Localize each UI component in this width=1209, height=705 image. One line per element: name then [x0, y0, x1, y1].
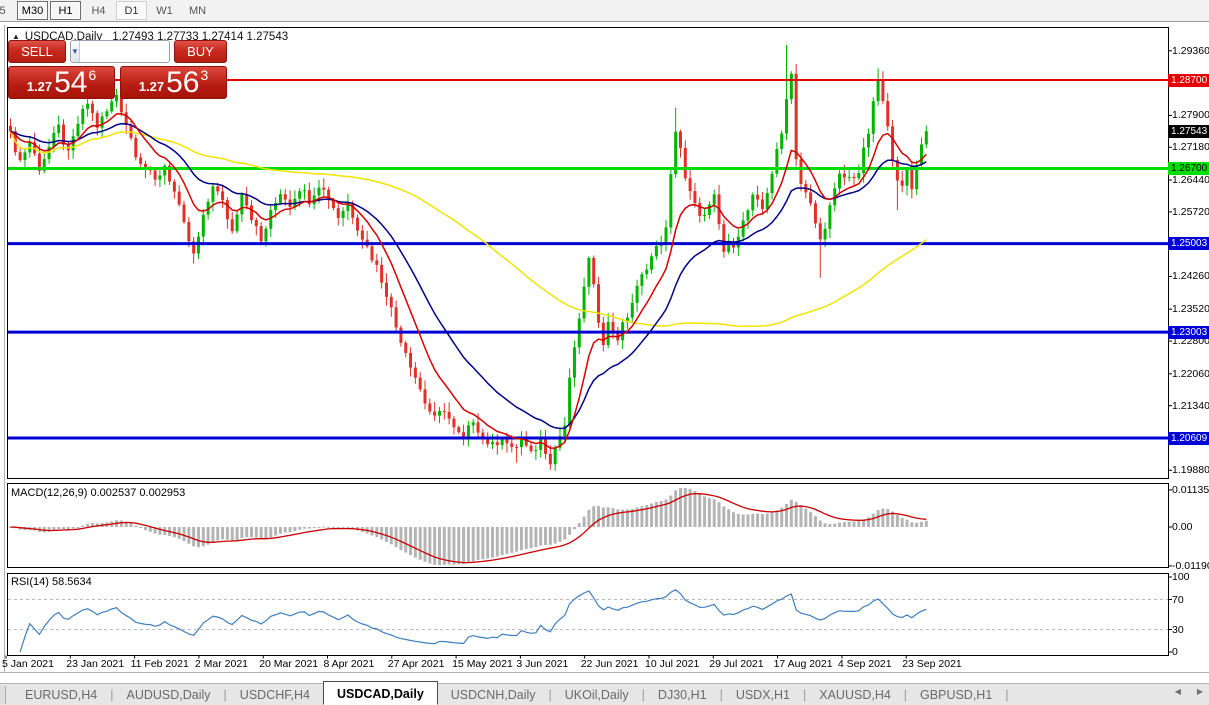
price-tick-label: 1.25720 — [1172, 206, 1209, 218]
price-tick-label: 1.23520 — [1172, 303, 1209, 315]
tab-xauusd[interactable]: XAUUSD,H4 — [806, 684, 904, 705]
date-axis-label: 23 Jan 2021 — [66, 658, 124, 670]
tab-dj30[interactable]: DJ30,H1 — [645, 684, 720, 705]
price-level-badge: 1.23003 — [1168, 326, 1209, 339]
candles-layer — [9, 45, 928, 471]
date-axis-label: 15 May 2021 — [452, 658, 513, 670]
macd-tick-label: 0.00 — [1172, 521, 1192, 533]
trade-panel-controls: SELL ▼ ▲ BUY — [8, 40, 227, 63]
date-axis-label: 23 Sep 2021 — [902, 658, 962, 670]
price-tick-label: 1.22060 — [1172, 368, 1209, 380]
tab-scroll-notch[interactable] — [0, 686, 6, 704]
sell-price-big-digits: 54 — [54, 68, 87, 97]
price-tick-label: 1.26440 — [1172, 174, 1209, 186]
price-level-badge: 1.28700 — [1168, 74, 1209, 87]
buy-button[interactable]: BUY — [174, 40, 227, 63]
macd-tick-label: 0.01135 — [1172, 484, 1209, 496]
volume-spinner: ▼ ▲ — [70, 40, 170, 63]
tab-usdchf[interactable]: USDCHF,H4 — [227, 684, 323, 705]
rsi-legend: RSI(14) 58.5634 — [11, 576, 92, 588]
date-axis-label: 20 Mar 2021 — [259, 658, 318, 670]
trade-panel-prices: 1.27 54 6 1.27 56 3 — [8, 66, 227, 99]
rsi-layer — [8, 590, 1168, 652]
price-tick-label: 1.19880 — [1172, 464, 1209, 476]
price-tick-label: 1.29360 — [1172, 45, 1209, 57]
mt4-window: 15M30H1H4D1W1MN ▲ USDCAD,Daily 1.27493 1… — [0, 0, 1209, 705]
tab-scroll-right-icon[interactable]: ▶ — [1197, 687, 1203, 696]
date-axis-label: 2 Mar 2021 — [195, 658, 248, 670]
price-level-badge: 1.26700 — [1168, 162, 1209, 175]
date-axis-label: 17 Aug 2021 — [774, 658, 833, 670]
price-tick-label: 1.27180 — [1172, 141, 1209, 153]
sell-price-prefix: 1.27 — [27, 79, 52, 94]
date-axis-label: 22 Jun 2021 — [581, 658, 639, 670]
tab-separator: | — [1005, 688, 1008, 702]
rsi-tick-label: 100 — [1172, 571, 1190, 583]
volume-input[interactable] — [80, 41, 170, 62]
date-axis-label: 11 Feb 2021 — [131, 658, 189, 670]
date-axis-label: 8 Apr 2021 — [324, 658, 375, 670]
price-tick-label: 1.21340 — [1172, 400, 1209, 412]
price-level-badge: 1.27543 — [1168, 125, 1209, 138]
date-axis-label: 5 Jan 2021 — [2, 658, 54, 670]
tab-usdcad[interactable]: USDCAD,Daily — [323, 681, 438, 705]
tab-ukoil[interactable]: UKOil,Daily — [552, 684, 642, 705]
moving-averages-layer — [11, 114, 927, 448]
date-axis-label: 4 Sep 2021 — [838, 658, 892, 670]
macd-legend: MACD(12,26,9) 0.002537 0.002953 — [11, 487, 185, 499]
price-tick-label: 1.24260 — [1172, 270, 1209, 282]
one-click-trade-panel: SELL ▼ ▲ BUY 1.27 54 6 1.27 56 3 — [8, 40, 227, 99]
chart-canvas[interactable] — [0, 0, 1209, 705]
price-level-badge: 1.20609 — [1168, 432, 1209, 445]
price-level-badge: 1.25003 — [1168, 237, 1209, 250]
tab-audusd[interactable]: AUDUSD,Daily — [114, 684, 224, 705]
tab-eurusd[interactable]: EURUSD,H4 — [12, 684, 110, 705]
tab-scroll-left-icon[interactable]: ◀ — [1175, 687, 1181, 696]
date-axis-label: 29 Jul 2021 — [709, 658, 763, 670]
volume-decrease-button[interactable]: ▼ — [71, 41, 80, 62]
tab-gbpusd[interactable]: GBPUSD,H1 — [907, 684, 1005, 705]
price-tick-label: 1.27900 — [1172, 109, 1209, 121]
sell-price-button[interactable]: 1.27 54 6 — [8, 66, 115, 99]
buy-price-button[interactable]: 1.27 56 3 — [120, 66, 227, 99]
sell-button[interactable]: SELL — [8, 40, 66, 63]
rsi-tick-label: 30 — [1172, 624, 1184, 636]
buy-price-prefix: 1.27 — [139, 79, 164, 94]
date-axis-label: 3 Jun 2021 — [516, 658, 568, 670]
symbol-tab-bar: EURUSD,H4|AUDUSD,Daily|USDCHF,H4USDCAD,D… — [0, 683, 1209, 705]
macd-layer — [9, 488, 928, 565]
date-axis-label: 10 Jul 2021 — [645, 658, 699, 670]
buy-price-big-digits: 56 — [166, 68, 199, 97]
tab-usdx[interactable]: USDX,H1 — [723, 684, 803, 705]
tab-usdcnh[interactable]: USDCNH,Daily — [438, 684, 549, 705]
date-axis-label: 27 Apr 2021 — [388, 658, 445, 670]
sell-price-pip-digit: 6 — [88, 68, 96, 82]
rsi-tick-label: 0 — [1172, 646, 1178, 658]
rsi-tick-label: 70 — [1172, 594, 1184, 606]
buy-price-pip-digit: 3 — [200, 68, 208, 82]
tab-scroll-nav: ◀ ▶ — [1175, 687, 1203, 696]
